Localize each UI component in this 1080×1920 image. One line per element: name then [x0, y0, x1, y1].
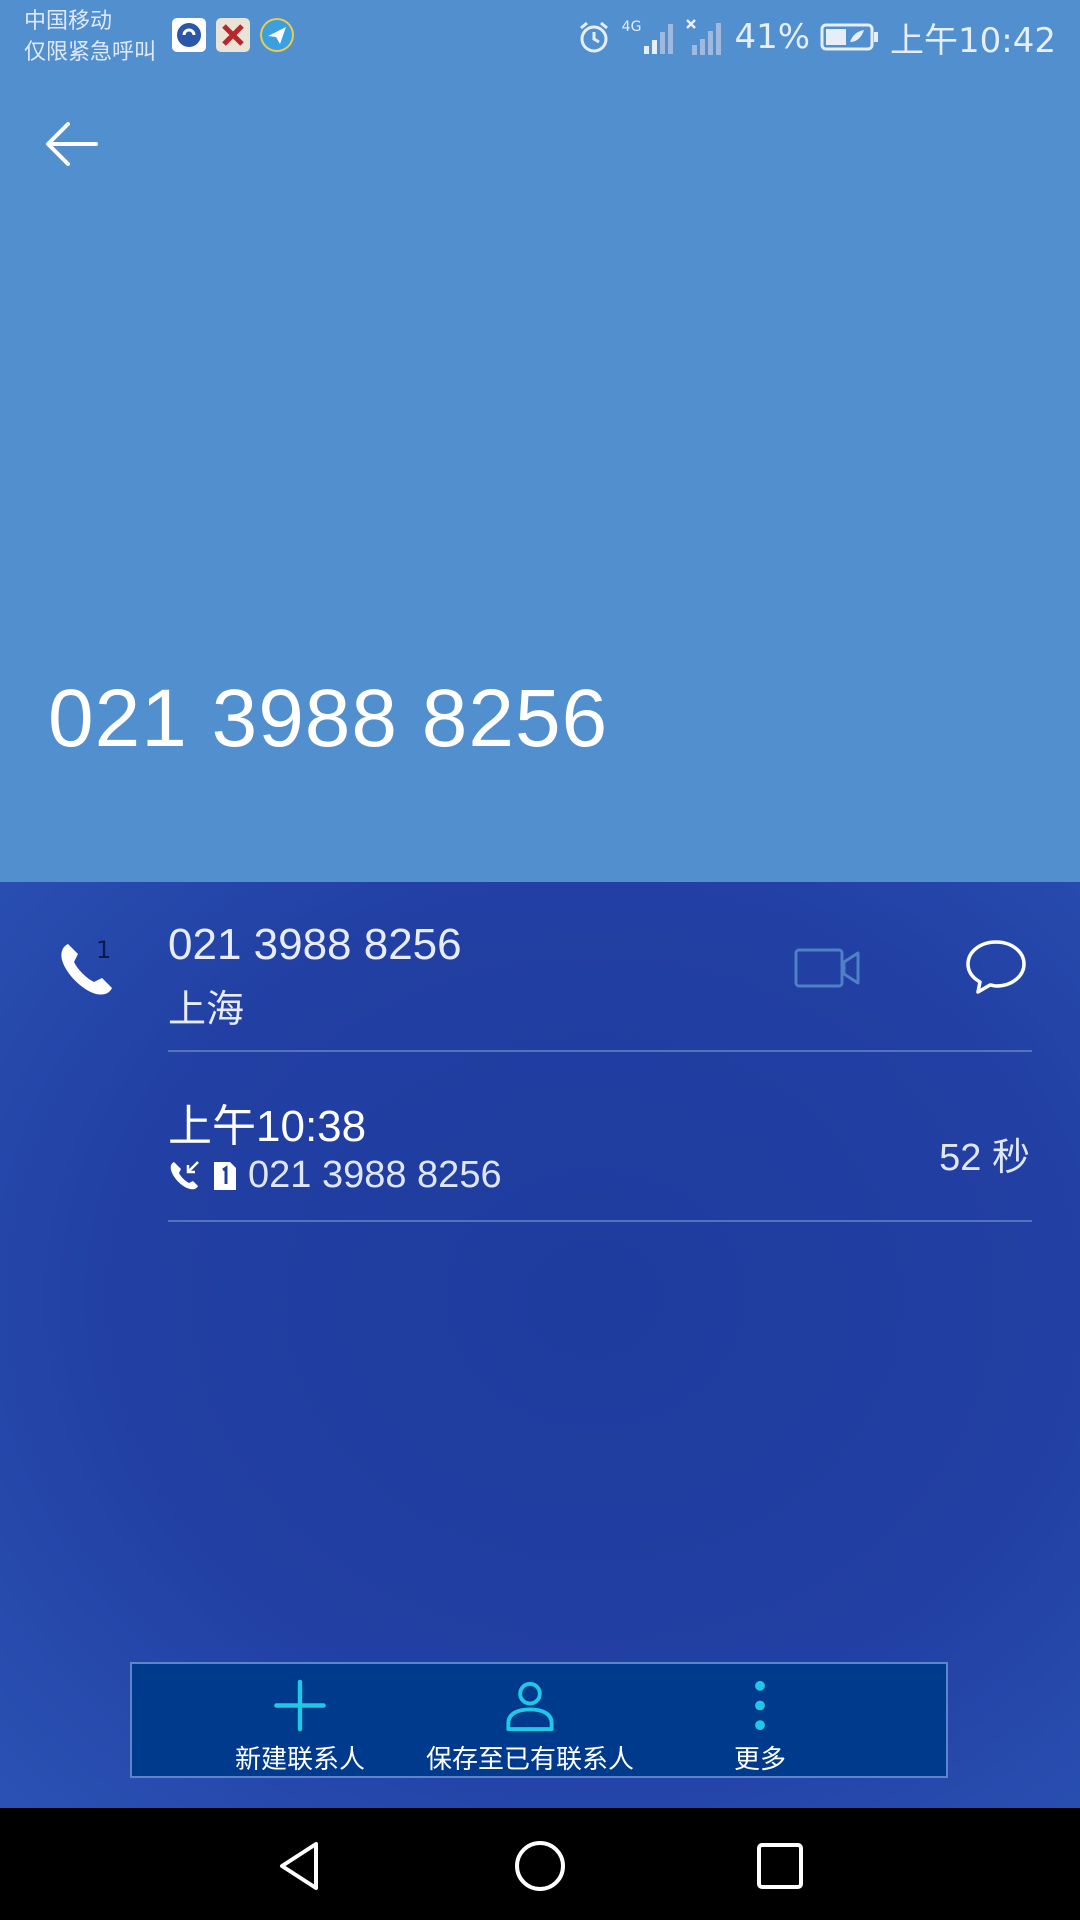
video-call-icon[interactable] — [794, 942, 862, 994]
header-area: 中国移动 仅限紧急呼叫 4G 41% 上午10:42 021 3988 8256 — [0, 0, 1080, 882]
battery-percent: 41% — [734, 17, 811, 57]
call-log-row[interactable]: 上午10:38 021 3988 8256 52 秒 — [0, 1054, 1080, 1222]
save-to-existing-label: 保存至已有联系人 — [425, 1745, 634, 1775]
carrier-name: 中国移动 — [24, 9, 113, 34]
app-notification-icon — [172, 18, 206, 52]
call-time: 上午10:38 — [168, 1102, 367, 1151]
signal-4g-icon: 4G — [622, 20, 677, 54]
app-notification-icon — [216, 18, 250, 52]
status-right: 4G 41% 上午10:42 — [576, 12, 1056, 62]
emergency-only: 仅限紧急呼叫 — [24, 40, 157, 65]
divider — [168, 1220, 1032, 1222]
back-arrow-icon[interactable] — [40, 112, 104, 176]
save-to-existing-button[interactable]: 保存至已有联系人 — [400, 1664, 660, 1776]
notification-icons — [172, 18, 294, 52]
nav-recents-icon[interactable] — [750, 1836, 810, 1896]
contact-number: 021 3988 8256 — [168, 920, 462, 969]
incoming-call-icon — [170, 1160, 199, 1189]
status-bar: 中国移动 仅限紧急呼叫 4G 41% 上午10:42 — [0, 0, 1080, 80]
network-type: 4G — [621, 19, 642, 35]
app-notification-icon — [260, 18, 294, 52]
nav-back-icon[interactable] — [270, 1836, 330, 1896]
call-duration: 52 秒 — [939, 1137, 1030, 1179]
header-phone-number: 021 3988 8256 — [48, 673, 609, 764]
nav-home-icon[interactable] — [510, 1836, 570, 1896]
plus-icon — [274, 1679, 326, 1732]
more-vert-icon — [755, 1680, 765, 1731]
divider — [168, 1050, 1032, 1052]
sim-card-icon — [214, 1161, 236, 1190]
contact-location: 上海 — [168, 987, 245, 1031]
carrier-info: 中国移动 仅限紧急呼叫 — [24, 6, 156, 68]
contact-row[interactable]: 1 021 3988 8256 上海 — [0, 882, 1080, 1052]
new-contact-label: 新建联系人 — [234, 1745, 365, 1775]
sim-indicator: 1 — [96, 936, 112, 964]
navigation-bar — [0, 1808, 1080, 1920]
new-contact-button[interactable]: 新建联系人 — [200, 1664, 400, 1776]
call-number: 021 3988 8256 — [248, 1154, 502, 1196]
bottom-action-bar: 新建联系人 保存至已有联系人 更多 — [130, 1662, 948, 1778]
message-icon[interactable] — [964, 934, 1028, 998]
alarm-icon — [579, 21, 608, 53]
call-detail: 021 3988 8256 — [168, 1154, 502, 1197]
battery-icon — [820, 23, 879, 51]
status-time: 上午10:42 — [890, 20, 1056, 61]
signal-no-service-icon — [686, 19, 722, 55]
more-label: 更多 — [733, 1745, 786, 1775]
more-button[interactable]: 更多 — [680, 1664, 840, 1776]
person-icon — [506, 1681, 554, 1732]
